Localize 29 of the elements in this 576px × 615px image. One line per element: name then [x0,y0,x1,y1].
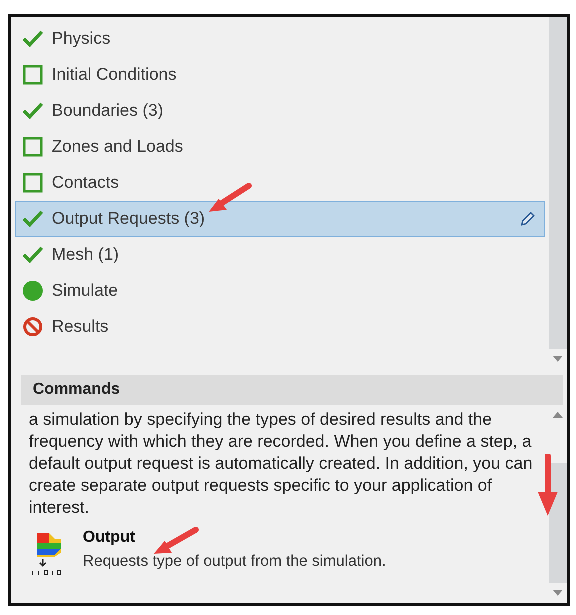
step-item[interactable]: Physics [15,21,545,57]
check-icon [22,102,44,120]
step-item[interactable]: Boundaries (3) [15,93,545,129]
section-header: Commands [21,375,563,405]
check-icon [22,246,44,264]
scroll-down-icon[interactable] [553,356,563,362]
check-icon [22,210,44,228]
circle-icon [23,281,43,301]
command-name[interactable]: Output [83,529,386,547]
scrollbar-thumb[interactable] [549,463,567,583]
scrollbar-thumb[interactable] [549,17,567,349]
pencil-icon[interactable] [520,211,536,227]
checkbox-icon [23,65,43,85]
scroll-down-icon[interactable] [553,590,563,596]
annotation-arrow [536,454,560,518]
step-item[interactable]: Mesh (1) [15,237,545,273]
step-item[interactable]: Contacts [15,165,545,201]
step-item[interactable]: Initial Conditions [15,57,545,93]
check-icon [22,30,44,48]
checkbox-icon [23,173,43,193]
scroll-up-icon[interactable] [553,412,563,418]
checkbox-icon [23,137,43,157]
step-item[interactable]: Output Requests (3) [15,201,545,237]
prohibited-icon [23,317,43,337]
description-text: a simulation by specifying the types of desired results and the frequency with which they are recorded. When you define a step, a default output request is automatically created. In addition, you can create separate output requests specific to your application of interest. [29,409,534,519]
step-item[interactable]: Zones and Loads [15,129,545,165]
step-item[interactable]: Simulate [15,273,545,309]
step-item[interactable]: Results [15,309,545,345]
command-description: Requests type of output from the simulation. [83,553,386,571]
